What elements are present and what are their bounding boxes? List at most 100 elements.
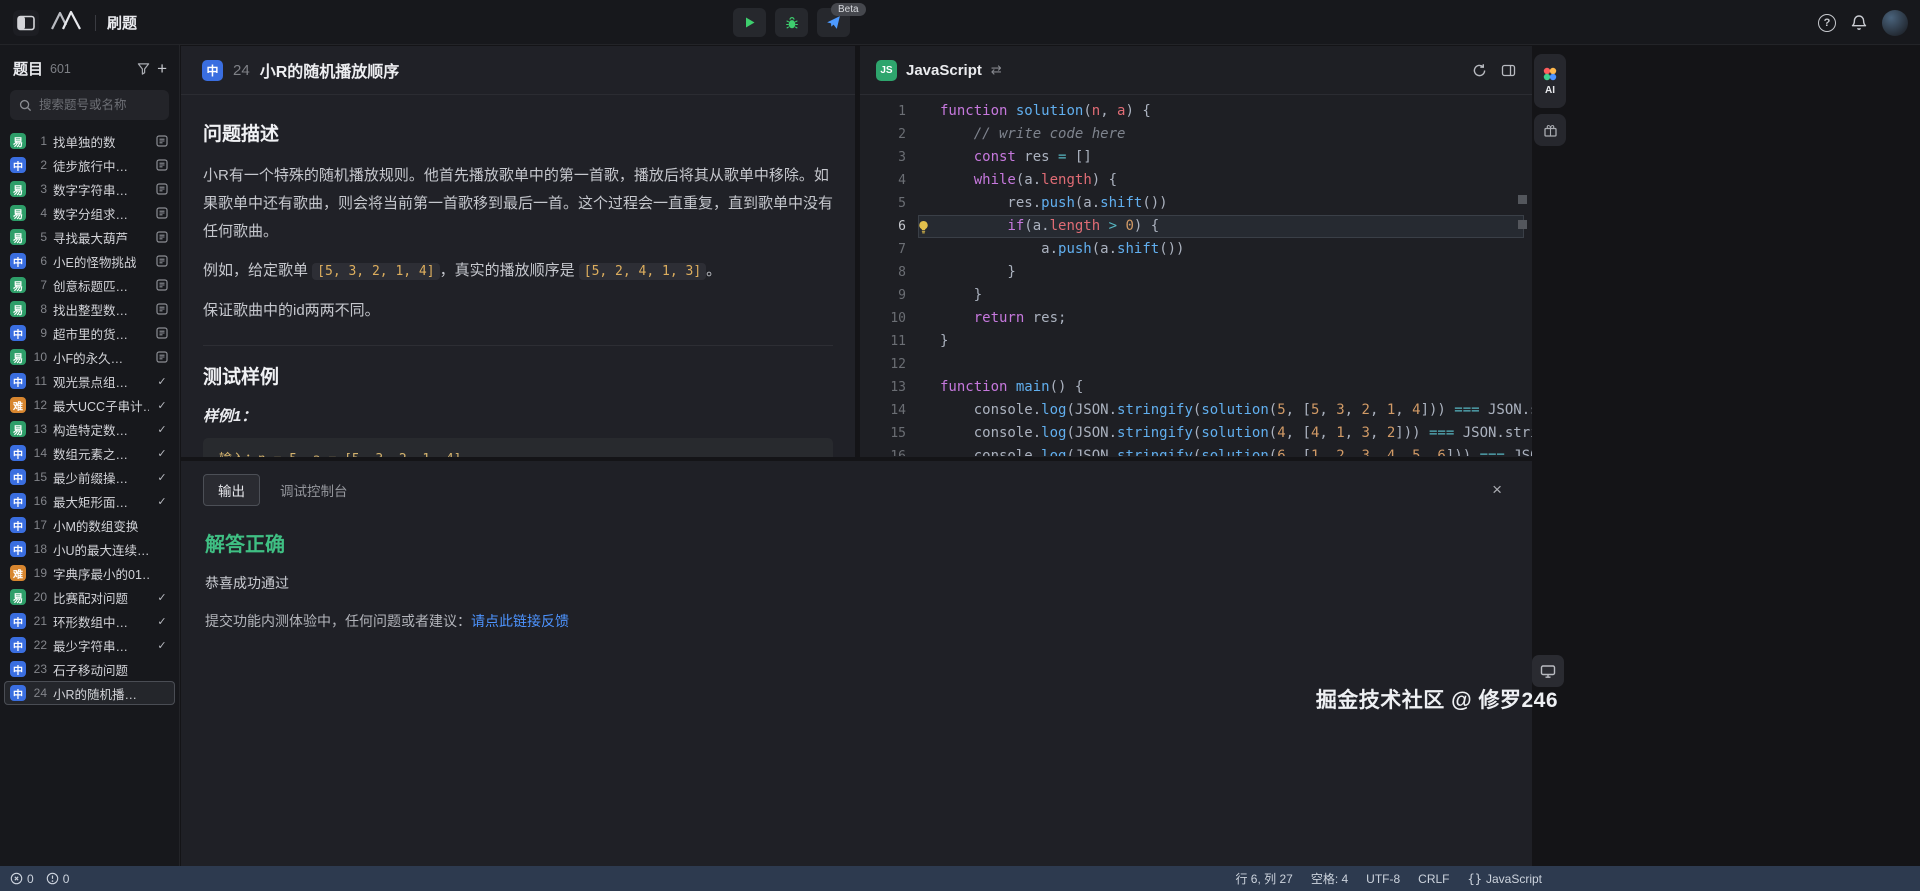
divider bbox=[95, 15, 96, 31]
code-line[interactable]: 8 } bbox=[860, 261, 1532, 284]
reset-code-icon[interactable] bbox=[1472, 63, 1487, 78]
language-mode[interactable]: {}JavaScript bbox=[1468, 872, 1542, 886]
problem-list-item[interactable]: 中21环形数组中…✓ bbox=[4, 609, 175, 633]
difficulty-badge: 中 bbox=[10, 493, 26, 509]
glyph-margin bbox=[906, 376, 940, 399]
problem-list-item[interactable]: 难12最大UCC子串计…✓ bbox=[4, 393, 175, 417]
code-line[interactable]: 10 return res; bbox=[860, 307, 1532, 330]
problem-list-item[interactable]: 易4数字分组求… bbox=[4, 201, 175, 225]
glyph-margin bbox=[906, 307, 940, 330]
difficulty-badge: 中 bbox=[10, 253, 26, 269]
problem-list-item[interactable]: 易3数字字符串… bbox=[4, 177, 175, 201]
difficulty-badge: 中 bbox=[10, 637, 26, 653]
problem-list-item[interactable]: 难19字典序最小的01… bbox=[4, 561, 175, 585]
problem-list-item[interactable]: 易10小F的永久… bbox=[4, 345, 175, 369]
problem-list-item[interactable]: 易20比赛配对问题✓ bbox=[4, 585, 175, 609]
braces-icon: {} bbox=[1468, 872, 1482, 886]
code-line[interactable]: 16 console.log(JSON.stringify(solution(6… bbox=[860, 445, 1532, 456]
problem-list-item[interactable]: 中9超市里的货… bbox=[4, 321, 175, 345]
problem-list-item[interactable]: 中11观光景点组…✓ bbox=[4, 369, 175, 393]
problem-list-item[interactable]: 中17小M的数组变换 bbox=[4, 513, 175, 537]
sidebar-title: 题目 bbox=[13, 58, 43, 79]
problem-number: 11 bbox=[32, 374, 47, 388]
glyph-margin bbox=[906, 169, 940, 192]
play-icon bbox=[742, 15, 757, 30]
code-line[interactable]: 2 // write code here bbox=[860, 123, 1532, 146]
tab-output[interactable]: 输出 bbox=[203, 474, 260, 506]
avatar[interactable] bbox=[1882, 10, 1908, 36]
help-icon[interactable]: ? bbox=[1818, 14, 1836, 32]
run-button[interactable] bbox=[733, 8, 766, 37]
line-number: 5 bbox=[860, 192, 906, 215]
problem-list-item[interactable]: 中15最少前缀操…✓ bbox=[4, 465, 175, 489]
mountain-logo-icon[interactable] bbox=[50, 8, 84, 37]
line-number: 3 bbox=[860, 146, 906, 169]
feedback-link[interactable]: 请点此链接反馈 bbox=[471, 613, 569, 629]
tab-debug-console[interactable]: 调试控制台 bbox=[276, 475, 352, 505]
check-icon: ✓ bbox=[155, 471, 169, 484]
line-number: 10 bbox=[860, 307, 906, 330]
problem-title: 数字字符串… bbox=[53, 180, 149, 199]
check-icon: ✓ bbox=[155, 447, 169, 460]
code-line[interactable]: 7 a.push(a.shift()) bbox=[860, 238, 1532, 261]
glyph-margin bbox=[906, 353, 940, 376]
problem-list-item[interactable]: 中22最少字符串…✓ bbox=[4, 633, 175, 657]
search-input[interactable] bbox=[39, 98, 160, 112]
code-line[interactable]: 4 while(a.length) { bbox=[860, 169, 1532, 192]
encoding[interactable]: UTF-8 bbox=[1366, 872, 1400, 886]
eol-setting[interactable]: CRLF bbox=[1418, 872, 1449, 886]
code-editor[interactable]: 1function solution(n, a) {2 // write cod… bbox=[860, 95, 1532, 456]
difficulty-badge: 易 bbox=[10, 301, 26, 317]
search-box[interactable] bbox=[10, 90, 169, 120]
problem-list-item[interactable]: 易1找单独的数 bbox=[4, 129, 175, 153]
problem-list-item[interactable]: 中16最大矩形面…✓ bbox=[4, 489, 175, 513]
language-label[interactable]: JavaScript bbox=[906, 62, 982, 79]
difficulty-badge: 中 bbox=[10, 469, 26, 485]
code-text: // write code here bbox=[940, 123, 1125, 146]
problem-list-item[interactable]: 中2徒步旅行中… bbox=[4, 153, 175, 177]
description-heading: 问题描述 bbox=[203, 119, 833, 146]
difficulty-badge: 中 bbox=[10, 157, 26, 173]
problem-list-item[interactable]: 易13构造特定数…✓ bbox=[4, 417, 175, 441]
code-line[interactable]: 9 } bbox=[860, 284, 1532, 307]
debug-button[interactable] bbox=[775, 8, 808, 37]
code-line[interactable]: 6 if(a.length > 0) { bbox=[860, 215, 1532, 238]
warnings-indicator[interactable]: 0 bbox=[46, 872, 70, 886]
problem-title: 最大UCC子串计… bbox=[53, 396, 149, 415]
add-problem-button[interactable]: + bbox=[157, 62, 167, 76]
code-line[interactable]: 1function solution(n, a) { bbox=[860, 100, 1532, 123]
ai-assistant-button[interactable]: AI bbox=[1534, 54, 1566, 108]
doc-icon bbox=[155, 351, 169, 363]
bell-icon[interactable] bbox=[1851, 14, 1867, 31]
swap-language-icon[interactable]: ⇄ bbox=[991, 62, 1002, 78]
code-line[interactable]: 15 console.log(JSON.stringify(solution(4… bbox=[860, 422, 1532, 445]
problem-list-item[interactable]: 中24小R的随机播… bbox=[4, 681, 175, 705]
problem-list-item[interactable]: 中14数组元素之…✓ bbox=[4, 441, 175, 465]
editor-settings-icon[interactable] bbox=[1501, 63, 1516, 78]
problem-list-item[interactable]: 中23石子移动问题 bbox=[4, 657, 175, 681]
indent-setting[interactable]: 空格: 4 bbox=[1311, 870, 1348, 887]
code-line[interactable]: 14 console.log(JSON.stringify(solution(5… bbox=[860, 399, 1532, 422]
gift-button[interactable] bbox=[1534, 114, 1566, 146]
monitor-button[interactable] bbox=[1532, 655, 1564, 687]
problem-list-item[interactable]: 中6小E的怪物挑战 bbox=[4, 249, 175, 273]
line-number: 9 bbox=[860, 284, 906, 307]
problem-list-item[interactable]: 易8找出整型数… bbox=[4, 297, 175, 321]
code-line[interactable]: 3 const res = [] bbox=[860, 146, 1532, 169]
close-icon[interactable]: × bbox=[1492, 480, 1510, 500]
problem-list-item[interactable]: 易5寻找最大葫芦 bbox=[4, 225, 175, 249]
filter-icon[interactable] bbox=[137, 62, 150, 75]
code-line[interactable]: 12 bbox=[860, 353, 1532, 376]
glyph-margin bbox=[906, 422, 940, 445]
cursor-position[interactable]: 行 6, 列 27 bbox=[1235, 870, 1292, 887]
glyph-margin bbox=[906, 284, 940, 307]
code-line[interactable]: 13function main() { bbox=[860, 376, 1532, 399]
errors-indicator[interactable]: 0 bbox=[10, 872, 34, 886]
problem-list-item[interactable]: 中18小U的最大连续… bbox=[4, 537, 175, 561]
code-line[interactable]: 5 res.push(a.shift()) bbox=[860, 192, 1532, 215]
code-line[interactable]: 11} bbox=[860, 330, 1532, 353]
problem-list-item[interactable]: 易7创意标题匹… bbox=[4, 273, 175, 297]
problem-number: 13 bbox=[32, 422, 47, 436]
sidebar-toggle-icon[interactable] bbox=[13, 10, 39, 36]
bug-icon bbox=[784, 15, 800, 31]
